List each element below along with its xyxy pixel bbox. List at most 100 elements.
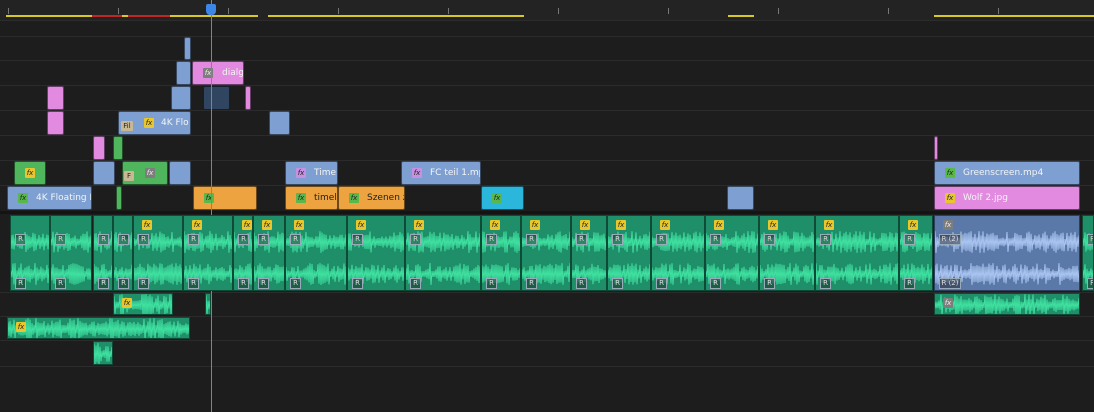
video-clip[interactable] [203, 86, 230, 110]
audio-clip[interactable]: fx R R [347, 215, 405, 291]
video-clip-greenscreen[interactable]: fx Greenscreen.mp4 [934, 161, 1080, 185]
video-clip-4k-flo[interactable]: Fil fx 4K Flo [118, 111, 191, 135]
fx-icon: fx [945, 193, 955, 203]
fx-icon: fx [660, 220, 670, 230]
clip-label: Time [314, 168, 337, 178]
rubber-band-badge: R [1087, 278, 1093, 289]
video-clip[interactable] [116, 186, 122, 210]
rubber-band-badge: R [1087, 234, 1093, 245]
render-bar [128, 15, 170, 17]
rubber-band-badge: R [820, 278, 831, 289]
video-clip[interactable]: fx [193, 186, 257, 210]
time-ruler[interactable] [0, 0, 1094, 21]
f-badge: F [124, 171, 134, 181]
rubber-band-badge: R [656, 234, 667, 245]
rubber-band-badge: R [526, 234, 537, 245]
audio-clip[interactable]: fx R R [899, 215, 933, 291]
video-clip[interactable] [727, 186, 754, 210]
playhead-line[interactable] [211, 0, 212, 412]
audio-clip[interactable]: fx [7, 317, 190, 339]
audio-clip[interactable]: fx R R [705, 215, 759, 291]
audio-clip[interactable]: fx R R [183, 215, 233, 291]
rubber-band-badge: R [576, 234, 587, 245]
audio-clip[interactable]: fx R R [481, 215, 521, 291]
playhead-handle[interactable] [206, 4, 216, 15]
audio-clip[interactable]: fx R R [233, 215, 253, 291]
video-clip[interactable] [47, 86, 64, 110]
video-clip[interactable] [184, 37, 191, 60]
video-clip[interactable] [93, 161, 115, 185]
audio-clip[interactable]: fx R R [815, 215, 899, 291]
audio-clip[interactable] [205, 293, 211, 315]
rubber-band-badge: R [904, 234, 915, 245]
rubber-band-badge: R [98, 278, 109, 289]
audio-clip[interactable]: RR [1082, 215, 1094, 291]
video-clip[interactable] [113, 136, 123, 160]
fx-icon: fx [530, 220, 540, 230]
audio-clip[interactable]: fx R R [521, 215, 571, 291]
video-clip-time[interactable]: fx Time [285, 161, 338, 185]
track-lane [0, 36, 1094, 61]
audio-clip[interactable]: fx R R [651, 215, 705, 291]
video-clip[interactable] [171, 86, 191, 110]
audio-clip[interactable]: RR [50, 215, 92, 291]
audio-waveform [206, 295, 210, 314]
fx-icon: fx [242, 220, 252, 230]
fx-icon: fx [943, 220, 953, 230]
rubber-band-badge: R [612, 278, 623, 289]
video-clip[interactable] [934, 136, 938, 160]
video-clip[interactable] [47, 111, 64, 135]
ruler-tick [668, 8, 669, 14]
audio-clip[interactable]: RR [93, 215, 113, 291]
rubber-band-badge: R [118, 234, 129, 245]
audio-clip[interactable]: RR [10, 215, 50, 291]
video-clip-dialg[interactable]: fx dialg [192, 61, 244, 85]
video-clip[interactable]: fx [481, 186, 524, 210]
video-clip-small-f[interactable]: F fx [122, 161, 168, 185]
fx-icon: fx [192, 220, 202, 230]
fx-icon: fx [616, 220, 626, 230]
video-clip[interactable] [93, 136, 105, 160]
audio-clip[interactable] [93, 341, 113, 365]
video-clip-timel[interactable]: fx timel [285, 186, 338, 210]
rubber-band-badge: R [290, 234, 301, 245]
fx-icon: fx [356, 220, 366, 230]
audio-clip[interactable]: fx R R [285, 215, 347, 291]
rubber-band-badge: R (2) [939, 278, 961, 289]
fx-icon: fx [908, 220, 918, 230]
video-clip-wolf[interactable]: fx Wolf 2.jpg [934, 186, 1080, 210]
fx-icon: fx [16, 322, 26, 332]
audio-clip[interactable]: fx R R [607, 215, 651, 291]
ruler-tick [8, 8, 9, 14]
ruler-tick [338, 8, 339, 14]
video-clip-4k-floating[interactable]: fx 4K Floating P [7, 186, 92, 210]
timeline-panel[interactable]: fx dialg Fil fx 4K Flo fx F fx fx Time f… [0, 0, 1094, 412]
audio-clip[interactable]: fx [934, 293, 1080, 315]
audio-clip[interactable]: fx R R [253, 215, 285, 291]
audio-clip-greenscreen[interactable]: fx R (2) R (2) [934, 215, 1080, 291]
video-clip[interactable] [176, 61, 191, 85]
video-clip-small-green[interactable]: fx [14, 161, 46, 185]
audio-clip[interactable]: fx [113, 293, 173, 315]
fx-icon: fx [122, 298, 132, 308]
video-clip[interactable] [269, 111, 290, 135]
rubber-band-badge: R [15, 234, 26, 245]
video-clip-szenen[interactable]: fx Szenen z [338, 186, 405, 210]
audio-clip[interactable]: RR [113, 215, 133, 291]
fx-icon: fx [25, 168, 35, 178]
video-clip[interactable] [169, 161, 191, 185]
ruler-tick [778, 8, 779, 14]
clip-label: timel [314, 193, 337, 203]
audio-clip[interactable]: fx R R [571, 215, 607, 291]
audio-clip[interactable]: fx R R [405, 215, 481, 291]
rubber-band-badge: R [138, 234, 149, 245]
track-lane [0, 60, 1094, 86]
audio-clip[interactable]: fx R R [133, 215, 183, 291]
audio-clip[interactable]: fx R R [759, 215, 815, 291]
video-clip-fc-teil[interactable]: fx FC teil 1.mp [401, 161, 481, 185]
fx-icon: fx [296, 193, 306, 203]
video-clip[interactable] [245, 86, 251, 110]
track-lane [0, 85, 1094, 111]
rubber-band-badge: R [904, 278, 915, 289]
fx-icon: fx [18, 193, 28, 203]
